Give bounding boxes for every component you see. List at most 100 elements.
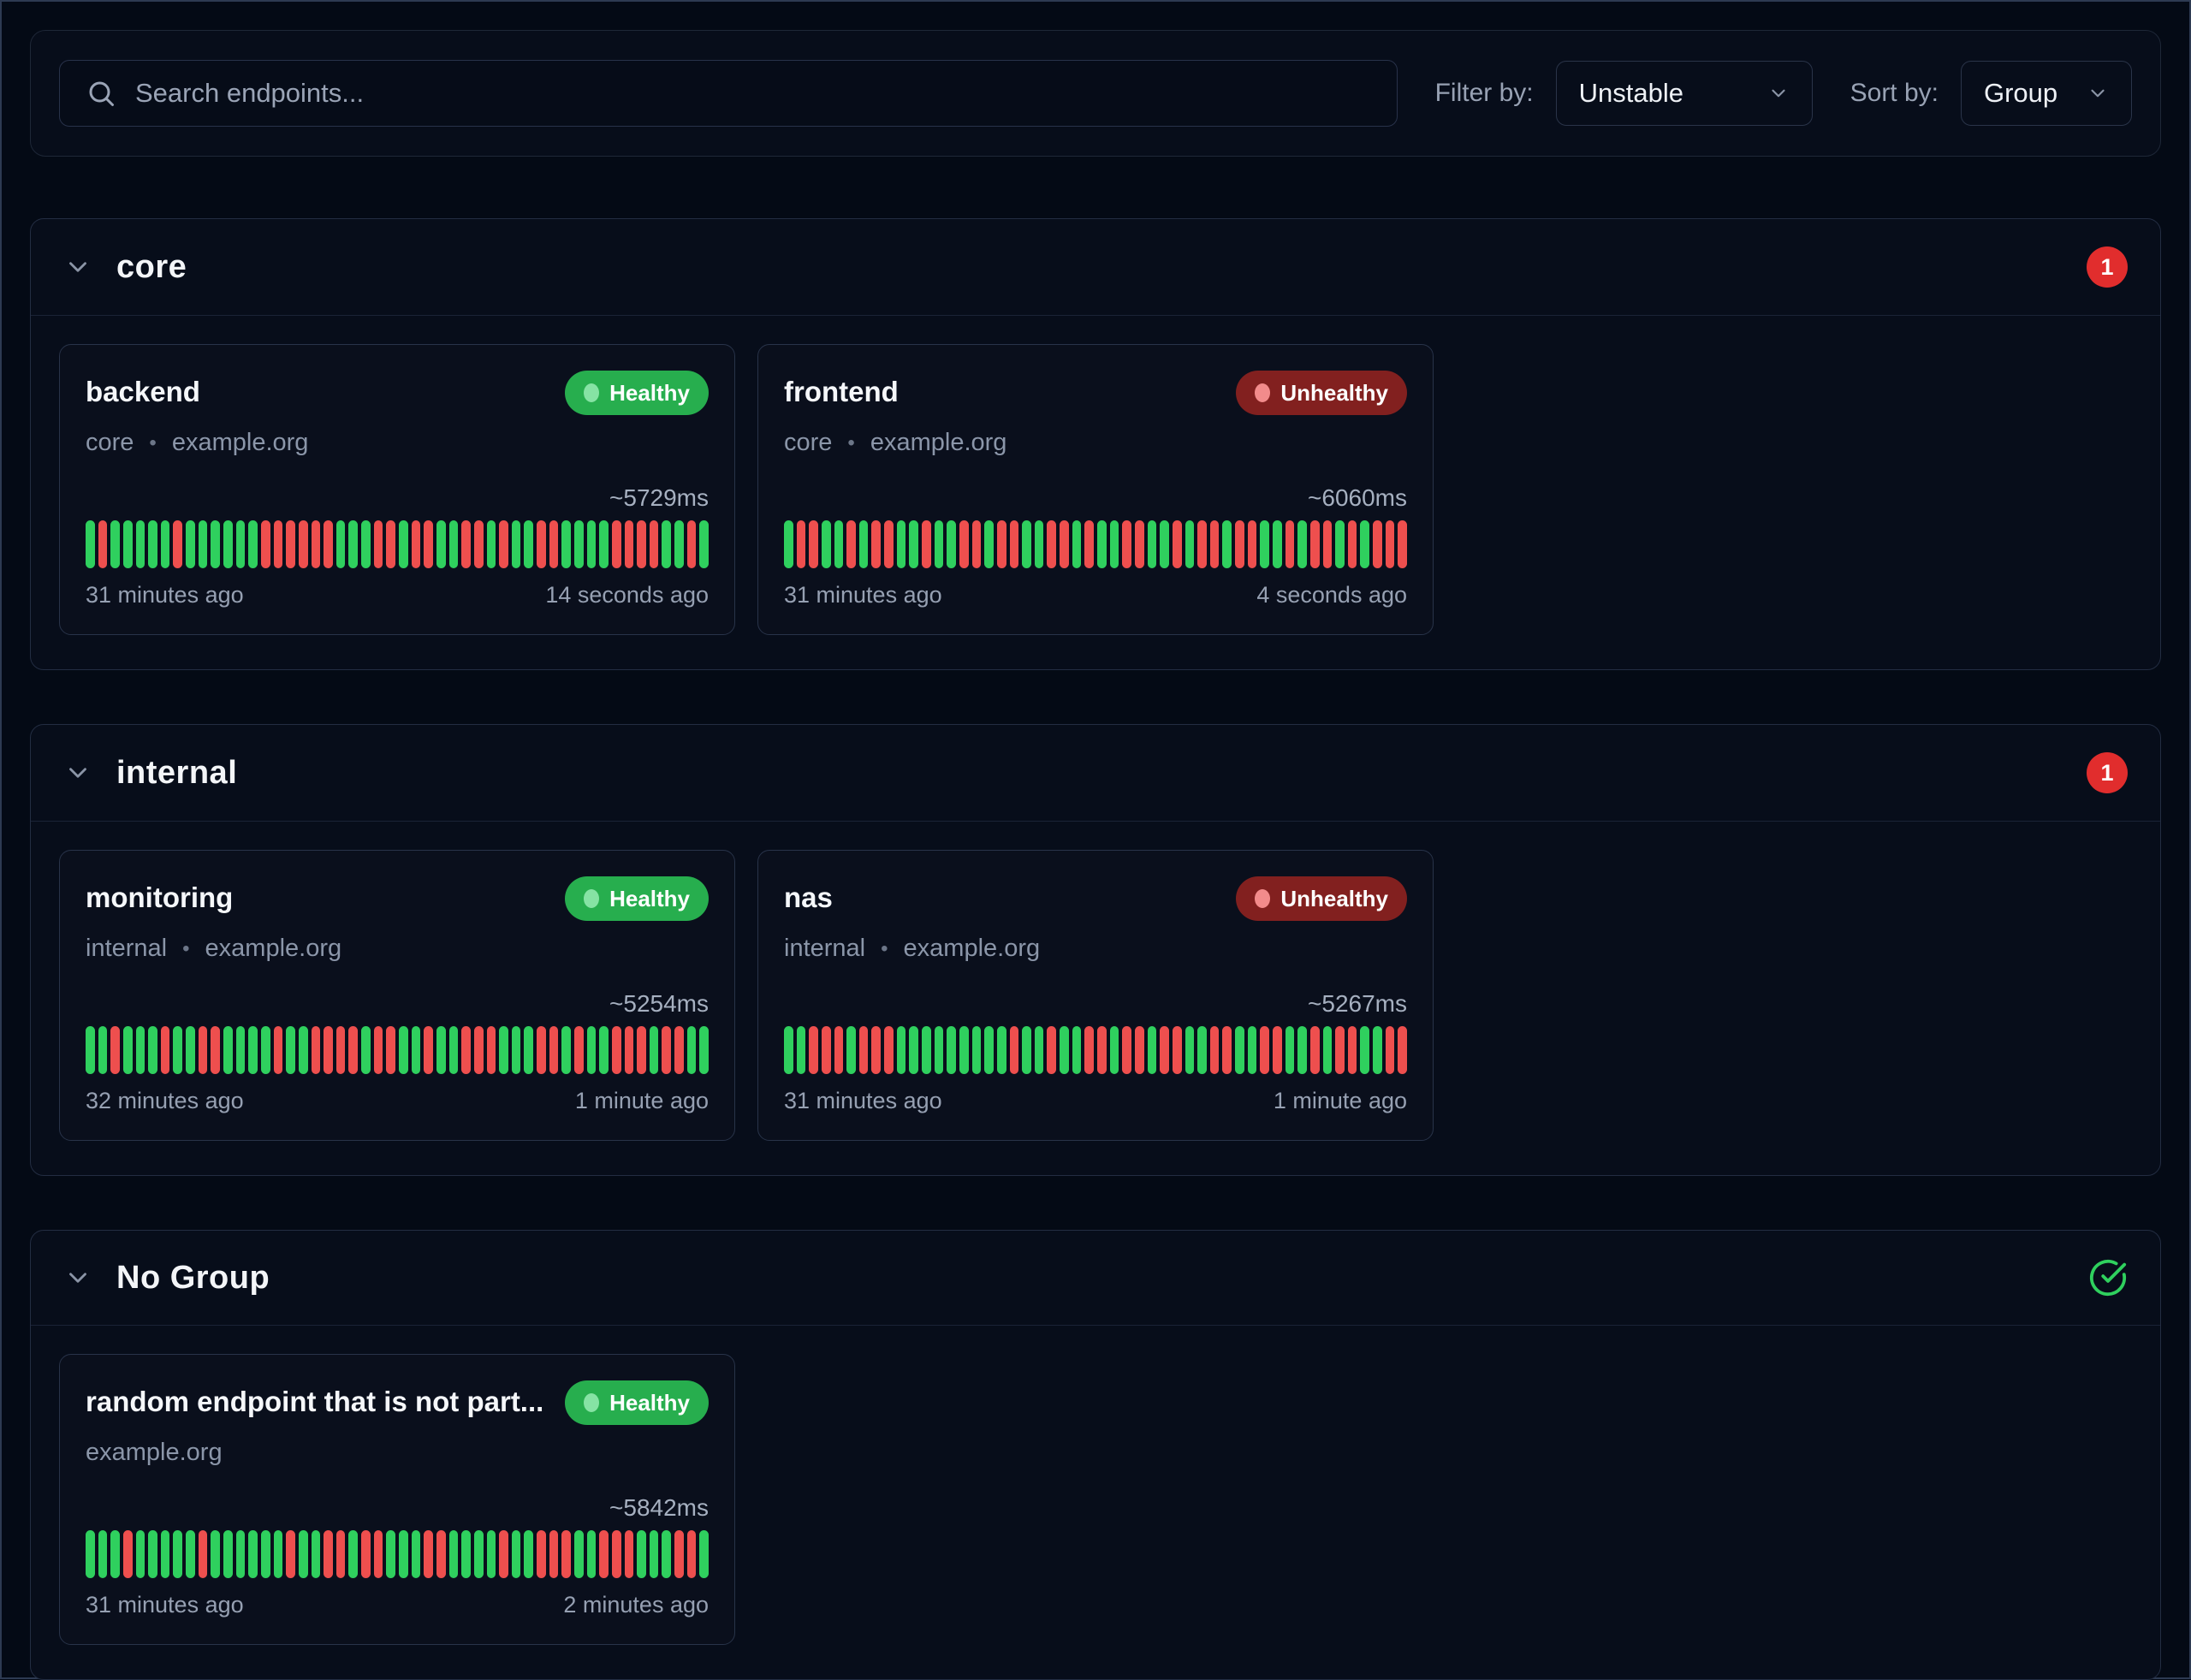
- uptime-bar: [1035, 1026, 1044, 1074]
- uptime-bar: [1222, 520, 1232, 568]
- uptime-bar: [374, 520, 383, 568]
- uptime-bar: [123, 520, 133, 568]
- group-title: No Group: [116, 1260, 270, 1297]
- uptime-bar: [136, 520, 145, 568]
- uptime-bar: [834, 520, 844, 568]
- group-section: No Group random endpoint that is not par…: [30, 1230, 2161, 1680]
- uptime-bar: [1373, 520, 1382, 568]
- uptime-bar: [1148, 1026, 1157, 1074]
- uptime-bar: [674, 1026, 684, 1074]
- filter-select[interactable]: Unstable: [1556, 61, 1813, 126]
- endpoint-group-label: core: [86, 429, 134, 457]
- uptime-bar: [211, 1530, 220, 1578]
- status-label: Unhealthy: [1280, 380, 1388, 407]
- response-time: ~6060ms: [784, 484, 1407, 520]
- uptime-bar: [1084, 1026, 1094, 1074]
- uptime-bar: [537, 1026, 546, 1074]
- endpoint-subtitle: example.org: [86, 1439, 709, 1467]
- uptime-bar: [173, 520, 182, 568]
- search-box[interactable]: [59, 60, 1398, 127]
- uptime-bar: [1297, 520, 1307, 568]
- endpoint-card[interactable]: nas Unhealthy internal • example.org ~52…: [757, 850, 1434, 1141]
- uptime-bars: [86, 520, 709, 568]
- group-section: internal 1 monitoring Healthy internal •…: [30, 724, 2161, 1176]
- uptime-bar: [1185, 1026, 1195, 1074]
- uptime-bar: [650, 1026, 659, 1074]
- uptime-bar: [561, 1026, 571, 1074]
- uptime-bar: [1297, 1026, 1307, 1074]
- uptime-bar: [348, 520, 358, 568]
- uptime-bars: [784, 1026, 1407, 1074]
- oldest-timestamp: 31 minutes ago: [86, 582, 244, 608]
- group-header[interactable]: core 1: [31, 219, 2160, 316]
- uptime-bar: [223, 520, 233, 568]
- uptime-bar: [148, 1530, 157, 1578]
- response-time: ~5842ms: [86, 1494, 709, 1530]
- separator-dot: •: [149, 431, 156, 455]
- newest-timestamp: 14 seconds ago: [545, 582, 709, 608]
- uptime-bar: [909, 520, 918, 568]
- uptime-bar: [1286, 520, 1295, 568]
- uptime-bar: [1197, 520, 1207, 568]
- group-unhealthy-count-badge: 1: [2087, 752, 2128, 793]
- uptime-bar: [186, 1530, 195, 1578]
- uptime-bar: [512, 520, 521, 568]
- uptime-bar: [922, 1026, 931, 1074]
- uptime-bar: [374, 1026, 383, 1074]
- uptime-bar: [386, 1530, 395, 1578]
- endpoint-name: backend: [86, 371, 200, 408]
- uptime-bar: [424, 1026, 433, 1074]
- uptime-bar: [1060, 1026, 1069, 1074]
- uptime-bar: [261, 520, 270, 568]
- endpoint-card[interactable]: random endpoint that is not part... Heal…: [59, 1354, 735, 1645]
- endpoint-name: frontend: [784, 371, 899, 408]
- endpoint-host: example.org: [870, 429, 1007, 457]
- filter-select-value: Unstable: [1579, 78, 1683, 109]
- uptime-bar: [662, 1026, 671, 1074]
- uptime-bar: [324, 1026, 333, 1074]
- uptime-bar: [1335, 520, 1345, 568]
- uptime-bar: [625, 1026, 634, 1074]
- uptime-bar: [599, 1530, 609, 1578]
- uptime-bar: [248, 520, 258, 568]
- uptime-bar: [574, 1530, 584, 1578]
- uptime-bar: [336, 520, 346, 568]
- uptime-bar: [859, 520, 869, 568]
- uptime-bar: [186, 1026, 195, 1074]
- uptime-bar: [897, 1026, 906, 1074]
- status-badge: Unhealthy: [1236, 371, 1407, 415]
- uptime-bar: [1360, 1026, 1369, 1074]
- uptime-bar: [324, 520, 333, 568]
- uptime-bar: [1097, 520, 1107, 568]
- uptime-bar: [312, 520, 321, 568]
- uptime-bar: [959, 1026, 969, 1074]
- uptime-bar: [1348, 520, 1357, 568]
- endpoint-name: monitoring: [86, 876, 233, 914]
- uptime-bar: [984, 520, 994, 568]
- search-input[interactable]: [135, 78, 1371, 109]
- group-header[interactable]: No Group: [31, 1231, 2160, 1326]
- uptime-bar: [662, 1530, 671, 1578]
- endpoint-host: example.org: [86, 1439, 223, 1467]
- uptime-bar: [884, 1026, 894, 1074]
- uptime-bar: [436, 1530, 446, 1578]
- uptime-bar: [797, 1026, 806, 1074]
- uptime-bars: [86, 1026, 709, 1074]
- endpoint-card[interactable]: backend Healthy core • example.org ~5729…: [59, 344, 735, 635]
- status-dot-icon: [1255, 889, 1270, 908]
- group-header[interactable]: internal 1: [31, 725, 2160, 822]
- uptime-bar: [236, 520, 246, 568]
- sort-select[interactable]: Group: [1961, 61, 2132, 126]
- uptime-bar: [161, 520, 170, 568]
- group-unhealthy-count-badge: 1: [2087, 246, 2128, 288]
- uptime-bar: [512, 1026, 521, 1074]
- uptime-bar: [1135, 1026, 1144, 1074]
- endpoint-card[interactable]: frontend Unhealthy core • example.org ~6…: [757, 344, 1434, 635]
- uptime-bar: [984, 1026, 994, 1074]
- newest-timestamp: 1 minute ago: [1274, 1088, 1407, 1114]
- status-label: Healthy: [609, 1390, 690, 1416]
- uptime-bar: [549, 1026, 559, 1074]
- endpoint-card[interactable]: monitoring Healthy internal • example.or…: [59, 850, 735, 1141]
- uptime-bar: [1235, 1026, 1244, 1074]
- uptime-bar: [537, 1530, 546, 1578]
